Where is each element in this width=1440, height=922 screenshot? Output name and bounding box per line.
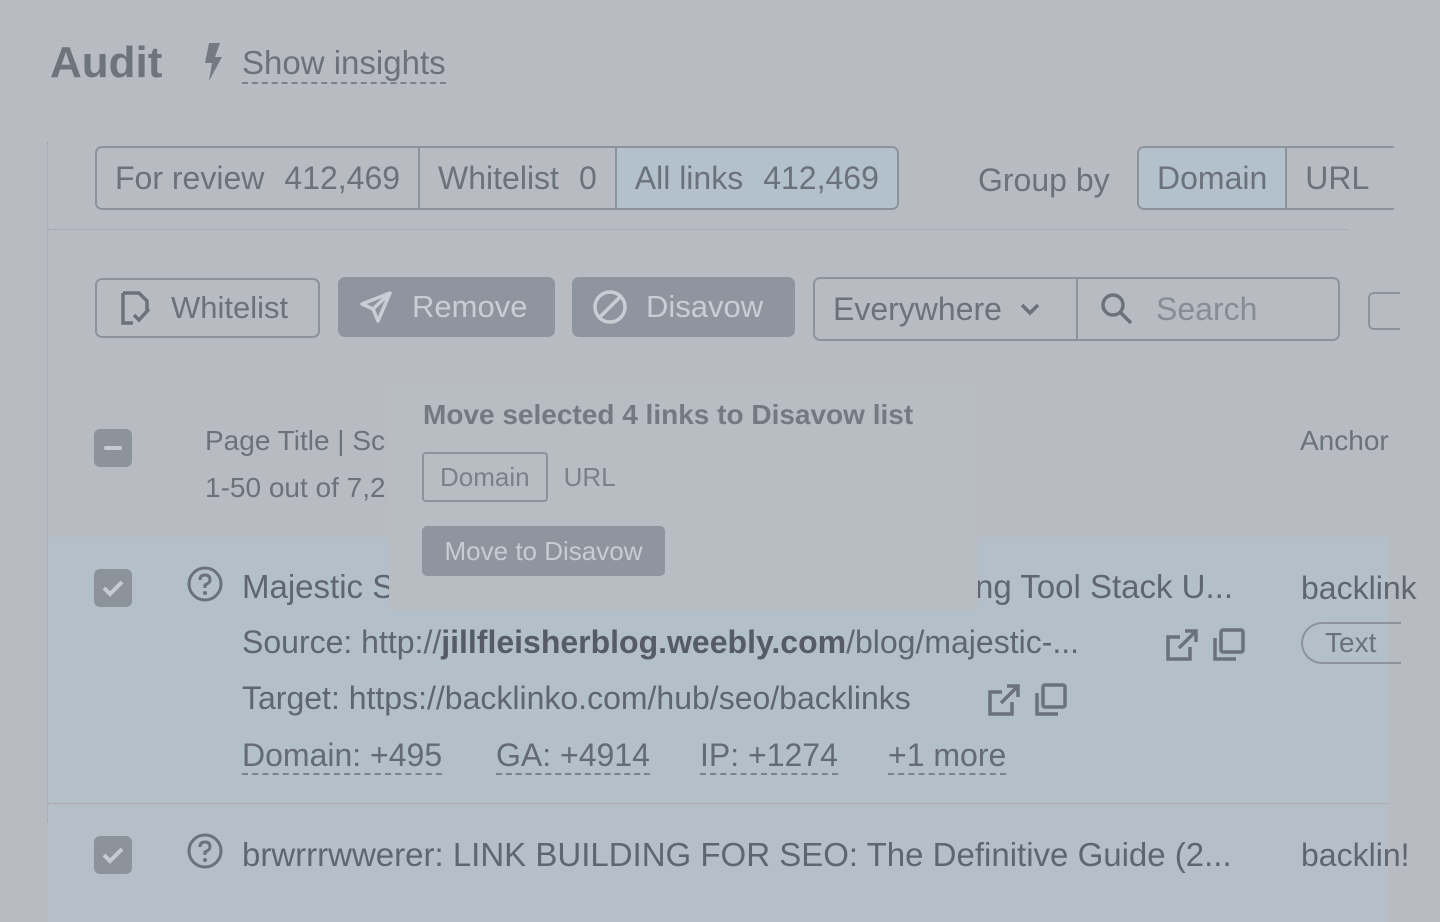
- row-title[interactable]: Majestic S: [242, 568, 394, 606]
- tab-count: 412,469: [763, 159, 879, 196]
- tab-count: 412,469: [284, 159, 401, 196]
- group-by-toggle: Domain URL: [1137, 146, 1394, 210]
- show-insights-link[interactable]: Show insights: [242, 44, 446, 84]
- group-by-label: Group by: [978, 162, 1110, 198]
- remove-label: Remove: [412, 289, 528, 324]
- ban-icon: [593, 290, 627, 324]
- anchor-value: backlink: [1301, 570, 1417, 606]
- anchor-type-badge: Text: [1301, 622, 1401, 664]
- metric-more[interactable]: +1 more: [888, 737, 1007, 775]
- group-by-url[interactable]: URL: [1287, 148, 1387, 208]
- metric-ip[interactable]: IP: +1274: [700, 737, 838, 775]
- row-source: Source: http://jillfleisherblog.weebly.c…: [242, 624, 1079, 661]
- search-placeholder: Search: [1156, 290, 1258, 327]
- tab-whitelist[interactable]: Whitelist 0: [420, 148, 617, 208]
- popover-title: Move selected 4 links to Disavow list: [423, 399, 914, 430]
- pagination-range: 1-50 out of 7,2: [205, 472, 386, 503]
- tab-label: Whitelist: [438, 159, 559, 196]
- checkmark-icon: [102, 847, 124, 864]
- disavow-level-domain[interactable]: Domain: [422, 452, 548, 502]
- disavow-label: Disavow: [646, 289, 764, 324]
- search-icon: [1101, 293, 1133, 325]
- metric-ga[interactable]: GA: +4914: [496, 737, 650, 775]
- source-suffix: /blog/majestic-...: [846, 624, 1080, 660]
- remove-button[interactable]: Remove: [338, 277, 555, 337]
- column-settings-button[interactable]: [1368, 292, 1400, 330]
- tab-count: 0: [578, 159, 597, 196]
- external-link-icon[interactable]: [986, 682, 1022, 718]
- search-scope-group: Everywhere Search: [813, 277, 1340, 341]
- checkmark-icon: [102, 580, 124, 597]
- copy-icon[interactable]: [1032, 682, 1068, 718]
- row-title-continued[interactable]: ng Tool Stack U...: [975, 568, 1233, 606]
- whitelist-doc-icon: [121, 291, 151, 325]
- divider: [48, 229, 1348, 230]
- scope-dropdown[interactable]: Everywhere: [815, 279, 1078, 339]
- row-target: Target: https://backlinko.com/hub/seo/ba…: [242, 680, 911, 716]
- metric-domain[interactable]: Domain: +495: [242, 737, 443, 775]
- page-title: Audit: [50, 38, 163, 87]
- whitelist-label: Whitelist: [171, 290, 289, 325]
- help-icon[interactable]: [186, 565, 224, 603]
- group-by-domain[interactable]: Domain: [1139, 148, 1288, 208]
- scope-value: Everywhere: [833, 290, 1002, 327]
- anchor-header[interactable]: Anchor: [1300, 425, 1389, 457]
- copy-icon[interactable]: [1210, 627, 1246, 663]
- row-checkbox[interactable]: [94, 569, 132, 607]
- disavow-level-toggle: Domain URL: [422, 452, 632, 502]
- anchor-value: backlin!: [1301, 837, 1410, 873]
- disavow-level-url[interactable]: URL: [548, 452, 632, 502]
- send-icon: [360, 291, 392, 323]
- tab-label: All links: [634, 159, 744, 196]
- search-input[interactable]: Search: [1078, 279, 1257, 339]
- move-to-disavow-button[interactable]: Move to Disavow: [422, 526, 665, 576]
- select-all-checkbox[interactable]: [94, 429, 132, 467]
- external-link-icon[interactable]: [1164, 627, 1200, 663]
- tab-label: For review: [115, 159, 265, 196]
- page-title-header[interactable]: Page Title | Sc: [205, 425, 385, 457]
- row-title[interactable]: brwrrrwwerer: LINK BUILDING FOR SEO: The…: [242, 836, 1232, 874]
- lightning-icon: [205, 43, 222, 81]
- source-domain[interactable]: jillfleisherblog.weebly.com: [441, 624, 846, 660]
- whitelist-button[interactable]: Whitelist: [95, 278, 320, 338]
- filter-tabs: For review 412,469 Whitelist 0 All links…: [95, 146, 899, 210]
- row-checkbox[interactable]: [94, 836, 132, 874]
- source-prefix: Source: http://: [242, 624, 442, 660]
- tab-all-links[interactable]: All links 412,469: [616, 148, 897, 208]
- chevron-down-icon: [1020, 303, 1040, 316]
- tab-for-review[interactable]: For review 412,469: [97, 148, 421, 208]
- help-icon[interactable]: [186, 832, 224, 870]
- row-divider: [48, 803, 1388, 804]
- disavow-button[interactable]: Disavow: [572, 277, 795, 337]
